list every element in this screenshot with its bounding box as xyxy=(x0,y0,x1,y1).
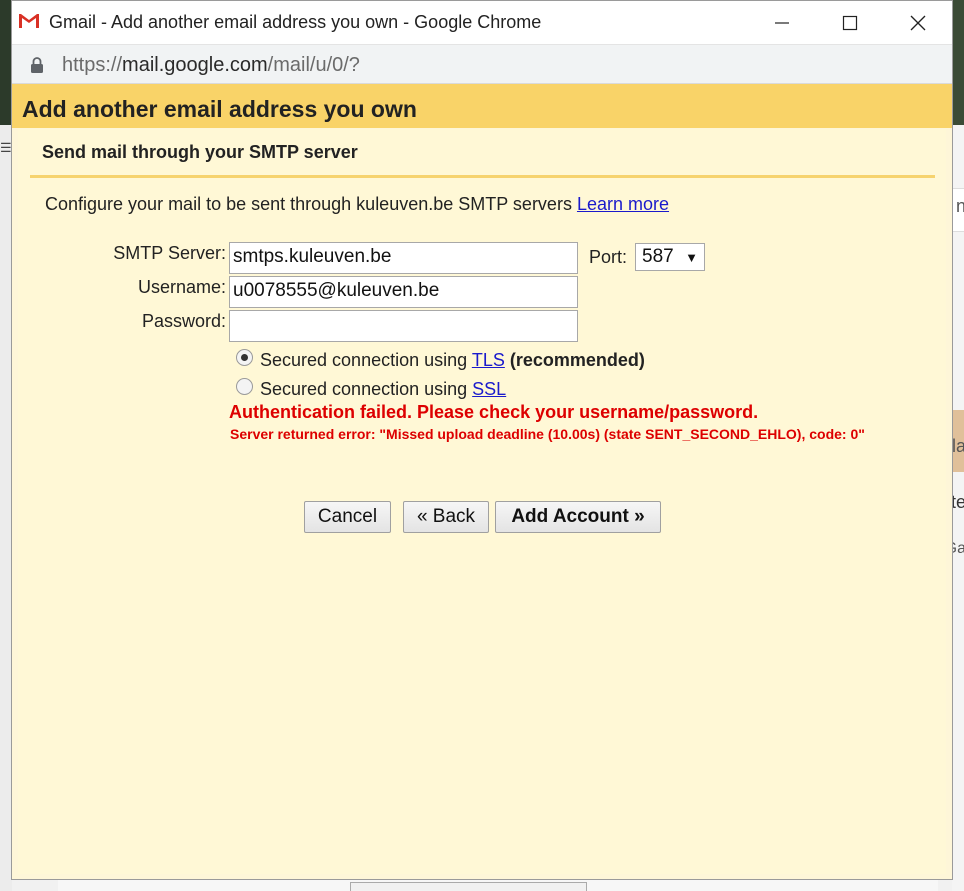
maximize-icon xyxy=(842,15,858,30)
background-desktop-right xyxy=(952,0,964,125)
ssl-radio[interactable] xyxy=(236,378,253,395)
url-text[interactable]: https://mail.google.com/mail/u/0/? xyxy=(62,54,360,77)
maximize-button[interactable] xyxy=(827,1,873,44)
ssl-option-text: Secured connection using xyxy=(260,379,468,399)
menu-icon: ☰ xyxy=(0,140,12,155)
error-detail: Server returned error: "Missed upload de… xyxy=(230,426,865,442)
address-bar[interactable]: https://mail.google.com/mail/u/0/? xyxy=(12,45,952,84)
tls-radio[interactable] xyxy=(236,349,253,366)
add-account-button[interactable]: Add Account » xyxy=(495,501,661,533)
close-icon xyxy=(910,15,926,30)
dropdown-arrow-icon: ▼ xyxy=(685,249,698,265)
url-host: mail.google.com xyxy=(122,54,268,76)
tls-option-text: Secured connection using xyxy=(260,350,468,370)
background-text-fragment: la xyxy=(951,436,964,456)
tls-link[interactable]: TLS xyxy=(472,350,505,370)
section-title: Send mail through your SMTP server xyxy=(42,142,358,162)
background-bottom-box xyxy=(350,882,587,891)
minimize-button[interactable] xyxy=(759,1,805,44)
background-text-fragment: n xyxy=(955,196,964,216)
port-value: 587 xyxy=(642,246,674,267)
tls-option-label[interactable]: Secured connection using TLS (recommende… xyxy=(260,350,645,371)
url-path: /mail/u/0/? xyxy=(267,54,360,76)
ssl-option-label[interactable]: Secured connection using SSL xyxy=(260,379,506,400)
intro-text: Configure your mail to be sent through k… xyxy=(45,194,669,215)
gmail-icon xyxy=(18,12,40,29)
password-label: Password: xyxy=(141,311,226,331)
close-button[interactable] xyxy=(895,1,941,44)
cancel-button[interactable]: Cancel xyxy=(304,501,391,533)
tls-recommended-text: (recommended) xyxy=(509,350,645,370)
dialog-header: Add another email address you own xyxy=(12,84,952,128)
username-label: Username: xyxy=(137,277,226,297)
username-input[interactable]: u0078555@kuleuven.be xyxy=(229,276,578,308)
password-input[interactable] xyxy=(229,310,578,342)
section-divider xyxy=(30,175,935,178)
minimize-icon xyxy=(775,21,789,24)
ssl-link[interactable]: SSL xyxy=(472,379,506,399)
window-title: Gmail - Add another email address you ow… xyxy=(49,12,542,32)
url-scheme: https:// xyxy=(62,54,123,76)
learn-more-link[interactable]: Learn more xyxy=(577,194,669,214)
dialog-body: Send mail through your SMTP server Confi… xyxy=(18,129,946,874)
smtp-server-input[interactable]: smtps.kuleuven.be xyxy=(229,242,578,274)
title-bar[interactable]: Gmail - Add another email address you ow… xyxy=(12,1,952,45)
back-button[interactable]: « Back xyxy=(403,501,489,533)
port-label: Port: xyxy=(589,247,628,267)
smtp-server-label: SMTP Server: xyxy=(113,243,226,263)
intro-text-label: Configure your mail to be sent through k… xyxy=(45,194,572,214)
lock-icon xyxy=(31,57,43,73)
error-message: Authentication failed. Please check your… xyxy=(229,402,759,422)
dialog-title: Add another email address you own xyxy=(22,96,417,122)
chrome-popup-window: Gmail - Add another email address you ow… xyxy=(11,0,953,880)
port-select[interactable]: 587 ▼ xyxy=(635,243,705,271)
